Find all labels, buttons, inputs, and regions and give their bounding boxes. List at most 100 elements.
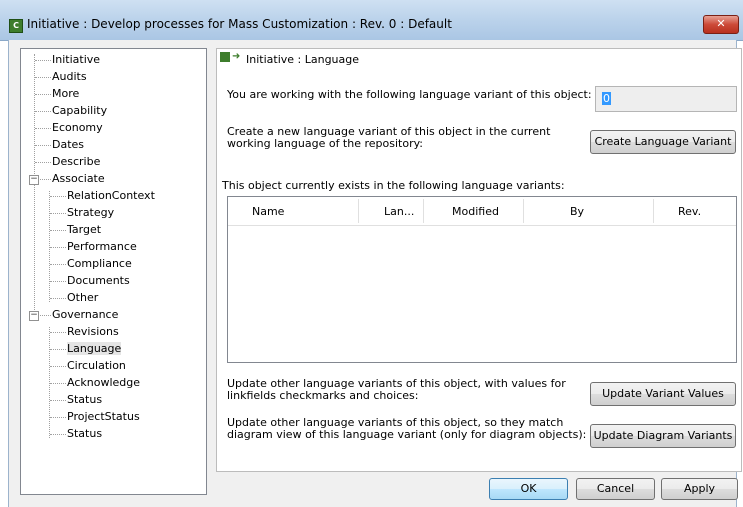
column-header-name[interactable]: Name bbox=[252, 205, 284, 218]
tree-item-associate[interactable]: Associate bbox=[52, 171, 105, 187]
tree-item-governance[interactable]: Governance bbox=[52, 307, 118, 323]
window-title: Initiative : Develop processes for Mass … bbox=[27, 17, 452, 31]
arrow-right-icon: ➜ bbox=[232, 51, 241, 62]
tree-item-economy[interactable]: Economy bbox=[52, 120, 103, 136]
tree-connector bbox=[35, 145, 51, 146]
list-header: Name Lan... Modified By Rev. bbox=[228, 197, 736, 226]
tree-connector bbox=[35, 128, 51, 129]
tree-item-projectstatus[interactable]: ProjectStatus bbox=[67, 409, 140, 425]
tree-item-language[interactable]: Language bbox=[67, 341, 122, 357]
tree-item-audits[interactable]: Audits bbox=[52, 69, 87, 85]
tree-connector bbox=[50, 281, 66, 282]
column-separator[interactable] bbox=[523, 199, 524, 223]
update-values-label-line2: linkfields checkmarks and choices: bbox=[227, 389, 419, 402]
column-header-modified[interactable]: Modified bbox=[452, 205, 499, 218]
tree-connector bbox=[50, 366, 66, 367]
tree-item-label: Audits bbox=[52, 70, 87, 83]
tree-connector bbox=[50, 349, 66, 350]
tree-item-strategy[interactable]: Strategy bbox=[67, 205, 114, 221]
column-header-by[interactable]: By bbox=[570, 205, 584, 218]
tree-item-label: Target bbox=[67, 223, 102, 236]
tree-item-label: Documents bbox=[67, 274, 130, 287]
tree-item-label: Describe bbox=[52, 155, 101, 168]
tree-connector bbox=[50, 230, 66, 231]
tree-item-label: Revisions bbox=[67, 325, 119, 338]
column-separator[interactable] bbox=[653, 199, 654, 223]
tree-connector bbox=[50, 383, 66, 384]
create-variant-label-line2: working language of the repository: bbox=[227, 137, 424, 150]
tree-item-label: More bbox=[52, 87, 80, 100]
tree-item-label: Dates bbox=[52, 138, 85, 151]
tree-connector bbox=[40, 315, 51, 316]
tree-connector bbox=[50, 264, 66, 265]
column-separator[interactable] bbox=[423, 199, 424, 223]
column-header-language[interactable]: Lan... bbox=[384, 205, 414, 218]
tree-item-label: Acknowledge bbox=[67, 376, 141, 389]
tree-item-initiative[interactable]: Initiative bbox=[52, 52, 100, 68]
tree-item-revisions[interactable]: Revisions bbox=[67, 324, 119, 340]
tree-connector bbox=[50, 196, 66, 197]
tree-connector bbox=[35, 111, 51, 112]
cancel-button[interactable]: Cancel bbox=[576, 478, 655, 500]
app-icon: C bbox=[9, 19, 23, 33]
tree-connector bbox=[40, 179, 51, 180]
tree-item-other[interactable]: Other bbox=[67, 290, 98, 306]
tree-connector bbox=[35, 60, 51, 61]
tree-item-label: Performance bbox=[67, 240, 137, 253]
tree-item-capability[interactable]: Capability bbox=[52, 103, 107, 119]
tree-item-relationcontext[interactable]: RelationContext bbox=[67, 188, 155, 204]
tree-connector bbox=[50, 332, 66, 333]
close-button[interactable]: ✕ bbox=[703, 15, 739, 34]
tree-connector bbox=[50, 434, 66, 435]
working-variant-field[interactable]: 0 bbox=[595, 86, 737, 112]
tree-item-performance[interactable]: Performance bbox=[67, 239, 137, 255]
collapse-icon[interactable]: − bbox=[29, 175, 39, 185]
tree-connector bbox=[50, 417, 66, 418]
tree-item-label: Initiative bbox=[52, 53, 101, 66]
tree-connector bbox=[35, 162, 51, 163]
tree-connector bbox=[50, 213, 66, 214]
tree-item-describe[interactable]: Describe bbox=[52, 154, 100, 170]
tree-connector bbox=[50, 298, 66, 299]
title-bar[interactable]: C Initiative : Develop processes for Mas… bbox=[0, 0, 743, 41]
language-variants-list[interactable]: Name Lan... Modified By Rev. bbox=[227, 196, 737, 363]
tree-connector bbox=[50, 247, 66, 248]
tree-connector bbox=[35, 77, 51, 78]
panel-header: Initiative : Language bbox=[246, 53, 360, 66]
initiative-icon bbox=[220, 52, 230, 62]
dialog-window: C Initiative : Develop processes for Mas… bbox=[0, 0, 743, 507]
tree-item-label: Governance bbox=[52, 308, 119, 321]
update-variant-values-button[interactable]: Update Variant Values bbox=[590, 382, 736, 406]
apply-button[interactable]: Apply bbox=[661, 478, 738, 500]
tree-item-label: Status bbox=[67, 393, 103, 406]
tree-item-label: Economy bbox=[52, 121, 103, 134]
tree-item-compliance[interactable]: Compliance bbox=[67, 256, 132, 272]
tree-item-dates[interactable]: Dates bbox=[52, 137, 84, 153]
tree-item-label: Other bbox=[67, 291, 99, 304]
tree-item-label: Strategy bbox=[67, 206, 115, 219]
tree-item-label: Circulation bbox=[67, 359, 126, 372]
working-variant-value: 0 bbox=[602, 92, 611, 105]
tree-item-more[interactable]: More bbox=[52, 86, 79, 102]
tree-item-label: RelationContext bbox=[67, 189, 155, 202]
update-diagram-variants-button[interactable]: Update Diagram Variants bbox=[590, 424, 736, 448]
column-separator[interactable] bbox=[358, 199, 359, 223]
tree-connector bbox=[50, 400, 66, 401]
ok-button[interactable]: OK bbox=[489, 478, 568, 500]
tree-item-circulation[interactable]: Circulation bbox=[67, 358, 126, 374]
tree-item-label: Capability bbox=[52, 104, 108, 117]
navigation-tree[interactable]: Initiative Audits More Capability Econom… bbox=[20, 48, 207, 495]
tree-item-status-2[interactable]: Status bbox=[67, 426, 102, 442]
create-language-variant-button[interactable]: Create Language Variant bbox=[590, 130, 736, 154]
column-header-rev[interactable]: Rev. bbox=[678, 205, 701, 218]
tree-connector bbox=[35, 94, 51, 95]
tree-item-label: Language bbox=[67, 342, 122, 355]
tree-item-label: Status bbox=[67, 427, 103, 440]
tree-item-target[interactable]: Target bbox=[67, 222, 101, 238]
collapse-icon[interactable]: − bbox=[29, 311, 39, 321]
tree-item-label: Associate bbox=[52, 172, 105, 185]
tree-item-documents[interactable]: Documents bbox=[67, 273, 130, 289]
tree-item-status[interactable]: Status bbox=[67, 392, 102, 408]
tree-item-acknowledge[interactable]: Acknowledge bbox=[67, 375, 140, 391]
tree-item-label: Compliance bbox=[67, 257, 132, 270]
